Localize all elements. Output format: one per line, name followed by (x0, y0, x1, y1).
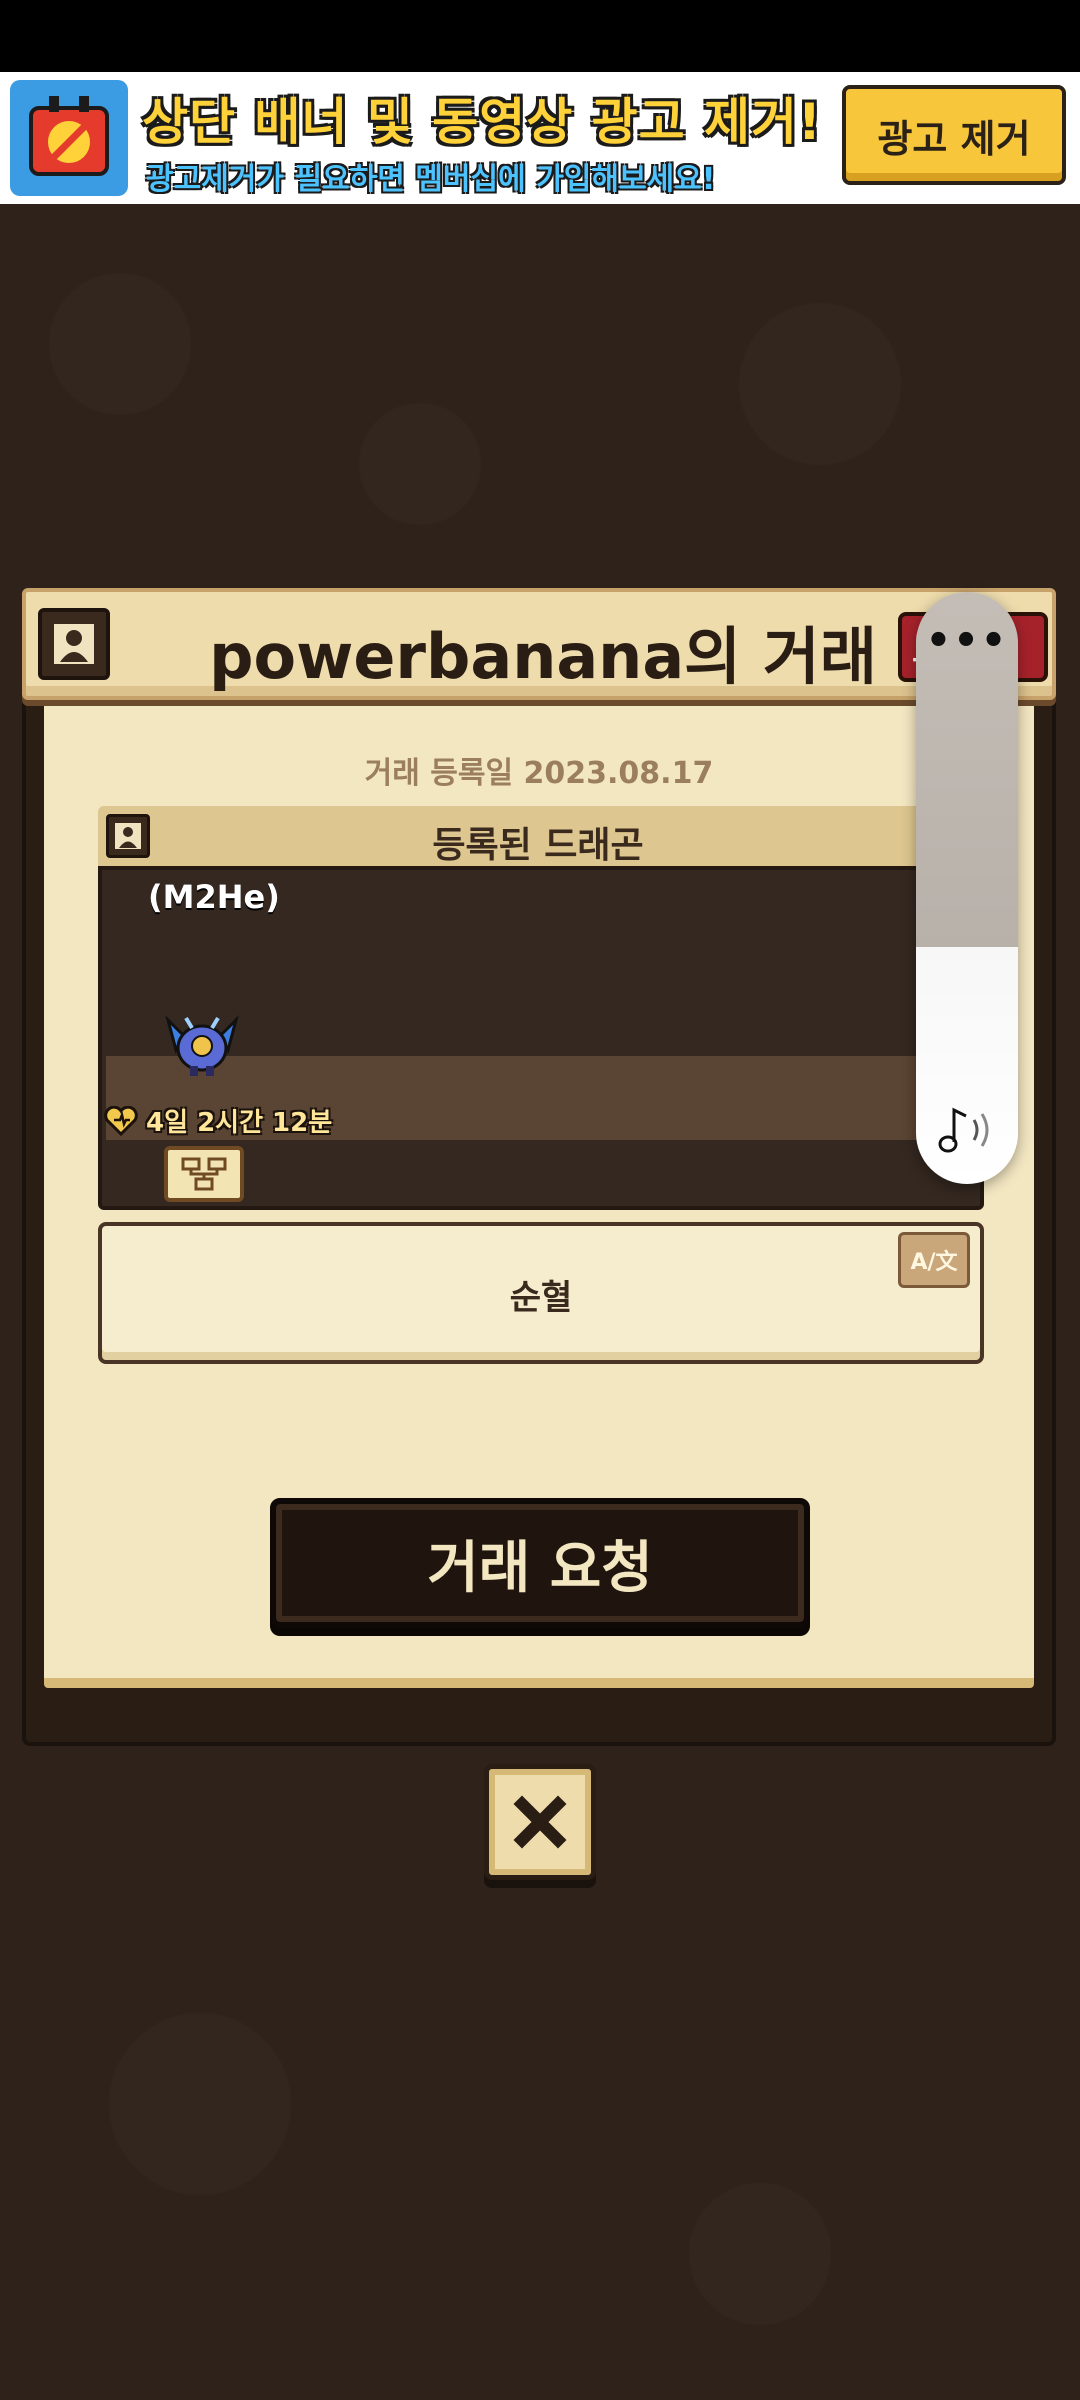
status-bar (0, 0, 1080, 72)
close-x-icon (513, 1795, 567, 1849)
timer-row: 4일 2시간 12분 (104, 1102, 332, 1139)
overlay-menu-icon[interactable]: ••• (916, 618, 1018, 664)
ad-block-icon (10, 80, 128, 196)
music-sound-icon[interactable] (934, 1102, 1000, 1158)
ad-banner[interactable]: 상단 배너 및 동영상 광고 제거! 광고제거가 필요하면 멤버십에 가입해보세… (0, 72, 1080, 204)
dragon-sprite-icon[interactable] (162, 1010, 242, 1080)
heart-timer-icon (104, 1105, 138, 1136)
description-box: 순혈 A/文 (98, 1222, 984, 1364)
registered-dragon-header: 등록된 드래곤 (98, 806, 978, 868)
dragon-panel: (M2He) 4일 2시간 12분 (98, 866, 984, 1210)
dragon-name: (M2He) (148, 878, 280, 916)
dialog-header: powerbanana의 거래 보 ⓧ (22, 588, 1056, 700)
description-text: 순혈 (509, 1278, 573, 1318)
dragon-timer: 4일 2시간 12분 (146, 1108, 333, 1138)
tree-structure-icon (181, 1157, 227, 1191)
section-title: 등록된 드래곤 (432, 825, 644, 866)
trade-dialog: powerbanana의 거래 보 ⓧ 거래 등록일 2023.08.17 등록… (22, 588, 1056, 1746)
ad-subtitle: 광고제거가 필요하면 멤버십에 가입해보세요! (146, 162, 716, 197)
translate-icon: A/文 (910, 1250, 958, 1275)
translate-button[interactable]: A/文 (898, 1232, 970, 1288)
close-button[interactable] (484, 1764, 596, 1880)
dragon-info-button[interactable] (164, 1146, 244, 1202)
trade-request-button[interactable]: 거래 요청 (270, 1498, 810, 1628)
remove-ads-button[interactable]: 광고 제거 (842, 85, 1066, 185)
floating-media-widget[interactable]: ••• (916, 592, 1018, 1184)
registration-date: 거래 등록일 2023.08.17 (364, 756, 714, 791)
ad-title: 상단 배너 및 동영상 광고 제거! (142, 93, 822, 151)
